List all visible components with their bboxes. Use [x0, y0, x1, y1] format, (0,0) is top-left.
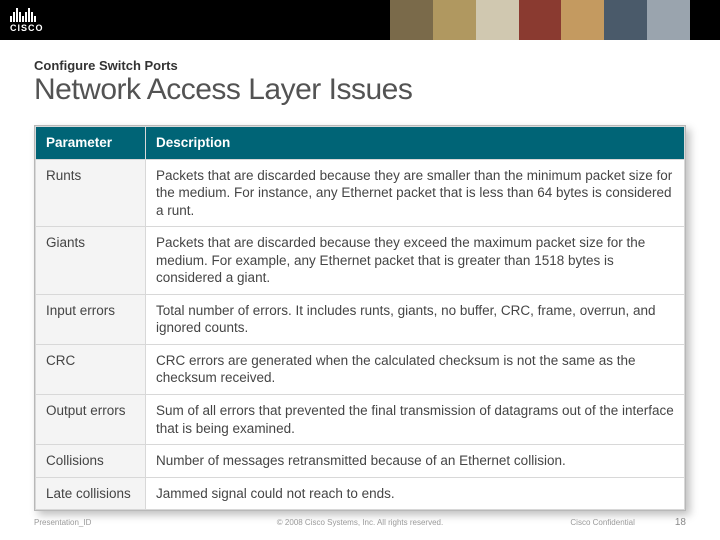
parameters-table-wrap: Parameter Description Runts Packets that…	[34, 125, 686, 511]
cell-param: Late collisions	[36, 477, 146, 510]
table-row: Output errors Sum of all errors that pre…	[36, 395, 685, 445]
footer-confidential: Cisco Confidential	[570, 518, 634, 527]
cell-param: Collisions	[36, 445, 146, 478]
slide-content: Configure Switch Ports Network Access La…	[0, 40, 720, 511]
parameters-table: Parameter Description Runts Packets that…	[35, 126, 685, 510]
table-header-row: Parameter Description	[36, 127, 685, 160]
cell-param: Runts	[36, 159, 146, 227]
cell-desc: Packets that are discarded because they …	[146, 227, 685, 295]
cell-desc: Total number of errors. It includes runt…	[146, 294, 685, 344]
table-row: Late collisions Jammed signal could not …	[36, 477, 685, 510]
table-row: Giants Packets that are discarded becaus…	[36, 227, 685, 295]
table-row: Runts Packets that are discarded because…	[36, 159, 685, 227]
logo-text: CISCO	[10, 23, 44, 33]
cell-desc: Number of messages retransmitted because…	[146, 445, 685, 478]
footer-copyright: © 2008 Cisco Systems, Inc. All rights re…	[277, 518, 443, 527]
footer-left: Presentation_ID	[34, 518, 91, 527]
cell-param: CRC	[36, 344, 146, 394]
cell-param: Input errors	[36, 294, 146, 344]
slide-footer: Presentation_ID © 2008 Cisco Systems, In…	[0, 517, 720, 528]
col-parameter: Parameter	[36, 127, 146, 160]
logo-bars-icon	[10, 8, 44, 22]
page-number: 18	[675, 517, 686, 528]
cell-desc: Jammed signal could not reach to ends.	[146, 477, 685, 510]
table-row: Collisions Number of messages retransmit…	[36, 445, 685, 478]
table-row: CRC CRC errors are generated when the ca…	[36, 344, 685, 394]
cisco-logo: CISCO	[10, 8, 44, 33]
cell-desc: Packets that are discarded because they …	[146, 159, 685, 227]
cell-param: Output errors	[36, 395, 146, 445]
cell-param: Giants	[36, 227, 146, 295]
cell-desc: CRC errors are generated when the calcul…	[146, 344, 685, 394]
slide-pretitle: Configure Switch Ports	[34, 58, 686, 73]
cell-desc: Sum of all errors that prevented the fin…	[146, 395, 685, 445]
top-bar: CISCO	[0, 0, 720, 40]
slide-title: Network Access Layer Issues	[34, 73, 686, 107]
col-description: Description	[146, 127, 685, 160]
table-row: Input errors Total number of errors. It …	[36, 294, 685, 344]
header-photo-collage	[390, 0, 690, 40]
